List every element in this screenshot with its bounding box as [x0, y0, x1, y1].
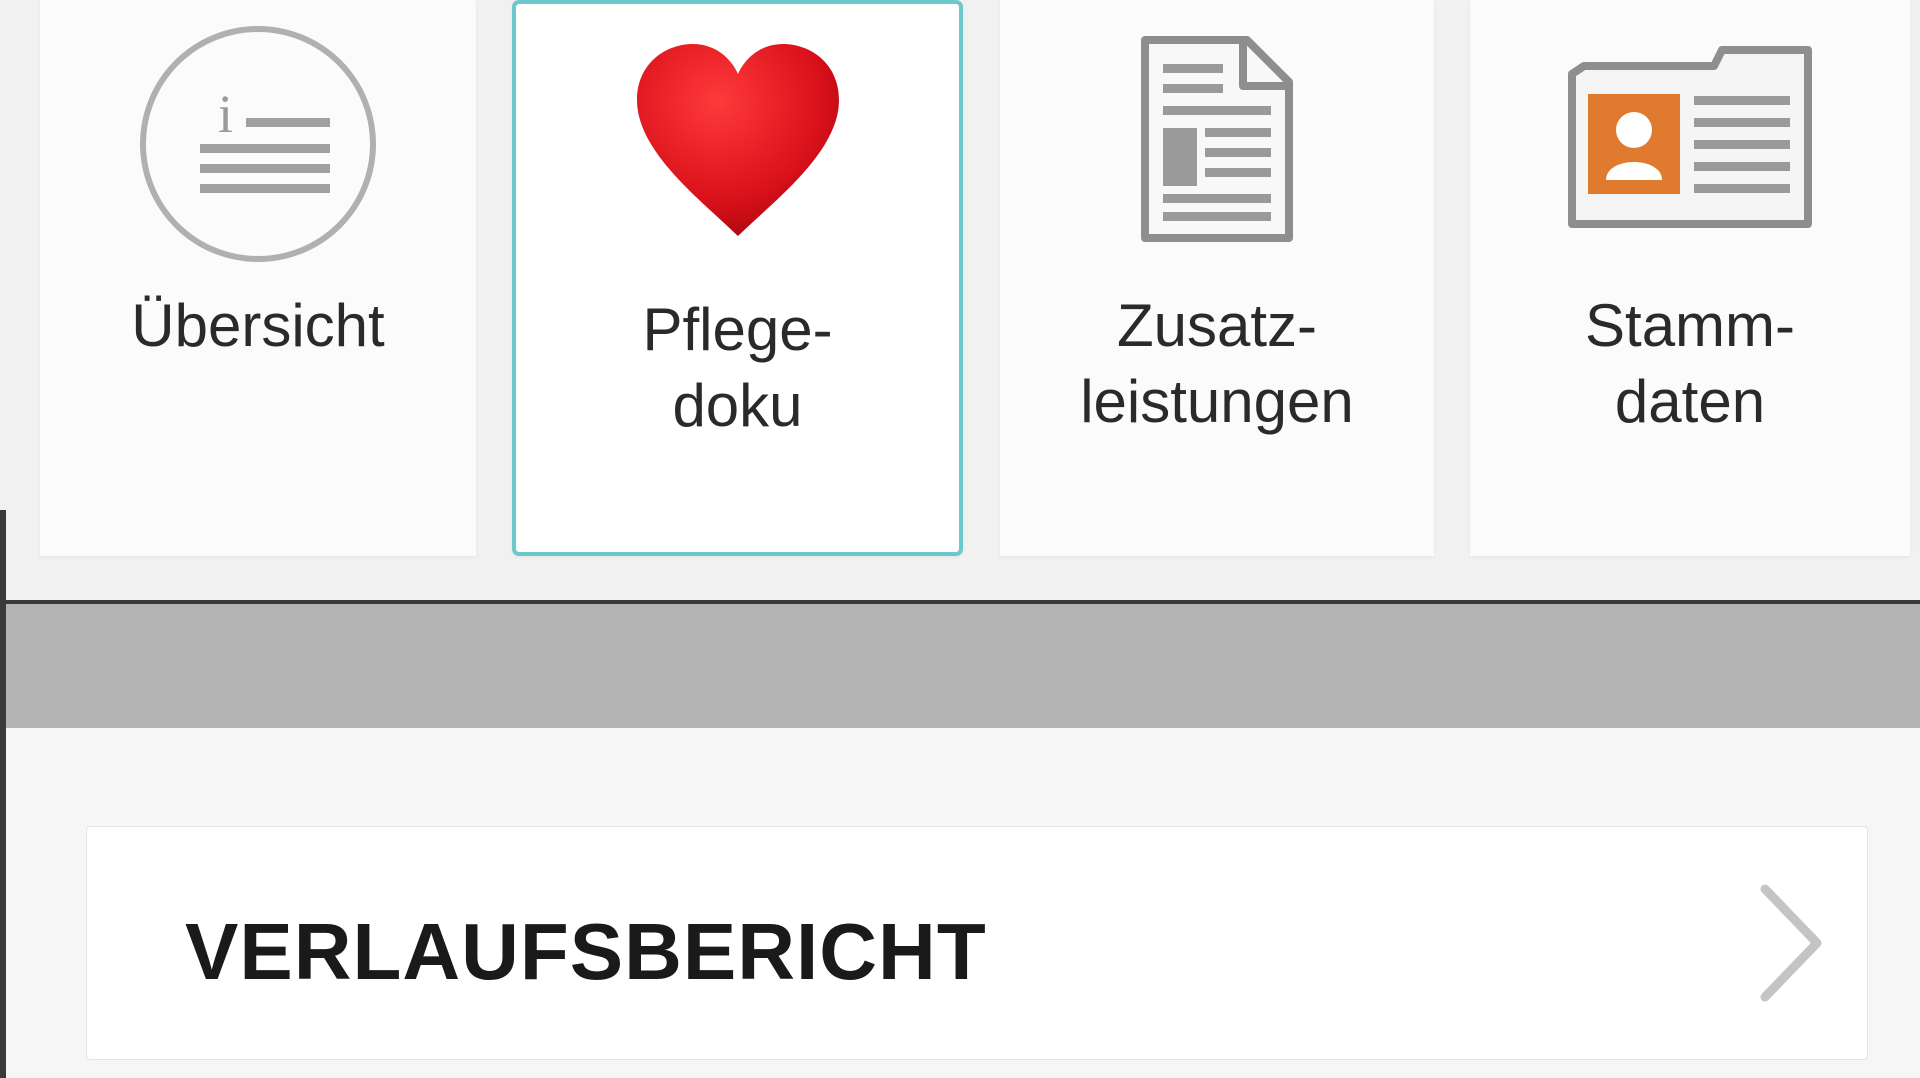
- tile-label-pflegedoku: Pflege- doku: [642, 296, 833, 439]
- list-item-label: VERLAUFSBERICHT: [185, 907, 987, 996]
- document-icon: [1139, 34, 1295, 249]
- tile-bar: i Übersicht Pflege- doku Zusatz- leistun…: [0, 0, 1920, 600]
- tile-pflegedoku[interactable]: Pflege- doku: [512, 0, 963, 556]
- tile-uebersicht[interactable]: i Übersicht: [40, 0, 476, 556]
- svg-text:i: i: [218, 84, 233, 144]
- heart-icon: [631, 40, 845, 245]
- tile-label-uebersicht: Übersicht: [131, 292, 385, 359]
- section-band: [6, 604, 1920, 728]
- id-card-icon: [1564, 44, 1816, 235]
- tile-zusatzleistungen[interactable]: Zusatz- leistungen: [1000, 0, 1434, 556]
- content-area: VERLAUFSBERICHT: [6, 728, 1920, 1078]
- info-list-icon: i: [138, 24, 378, 269]
- chevron-right-icon: [1755, 883, 1827, 1008]
- tile-label-stammdaten: Stamm- daten: [1585, 292, 1795, 435]
- tile-label-zusatzleistungen: Zusatz- leistungen: [1080, 292, 1354, 435]
- tile-stammdaten[interactable]: Stamm- daten: [1470, 0, 1910, 556]
- list-item-verlaufsbericht[interactable]: VERLAUFSBERICHT: [86, 826, 1868, 1060]
